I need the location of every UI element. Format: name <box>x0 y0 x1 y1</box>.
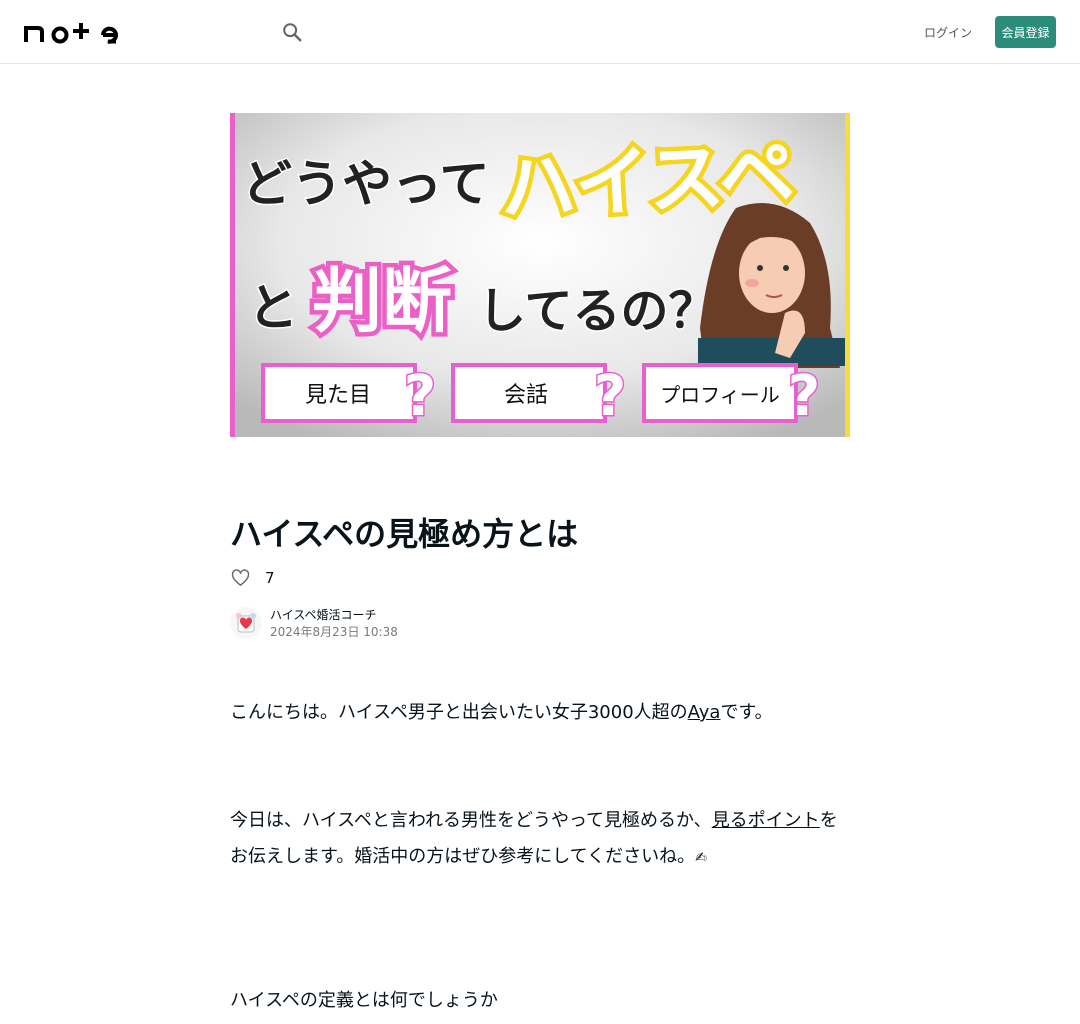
writing-hand-emoji: ✍ <box>695 850 707 866</box>
hero-tag-looks-label: 見た目 <box>305 383 371 408</box>
paragraph-2-text-start: 今日は、ハイスペと言われる男性をどうやって見極めるか、 <box>230 810 712 831</box>
article-title: ハイスペの見極め方とは <box>230 515 579 553</box>
author-avatar[interactable] <box>230 607 262 639</box>
paragraph-1-text-end: です。 <box>720 702 773 723</box>
hero-headline-part-3: と <box>248 279 298 337</box>
hero-tag-profile-mark: ? <box>788 364 820 429</box>
hero-headline-part-1: どうやって <box>242 155 490 213</box>
search-icon <box>283 23 302 42</box>
article-paragraph-2: 今日は、ハイスペと言われる男性をどうやって見極めるか、見るポイントをお伝えします… <box>230 803 850 876</box>
article-hero-image: どうやって ハイスペ と 判断 してるの？ 見た目 ? 会話 ? プロフィール … <box>230 113 850 437</box>
hero-headline-part-4: 判断 <box>312 260 452 342</box>
like-count: 7 <box>265 569 275 587</box>
like-button[interactable] <box>230 568 250 588</box>
hero-headline-part-5: してるの？ <box>478 283 717 339</box>
hero-tag-looks: 見た目 ? <box>261 363 438 431</box>
hero-tag-conversation: 会話 ? <box>451 363 628 431</box>
hero-tag-conversation-mark: ? <box>594 364 626 429</box>
article-paragraph-1: こんにちは。ハイスペ男子と出会いたい女子3000人超のAyaです。 <box>230 695 850 731</box>
site-header: ログイン 会員登録 <box>0 0 1080 64</box>
hero-tag-profile-label: プロフィール <box>660 383 780 407</box>
login-link[interactable]: ログイン <box>922 16 974 48</box>
signup-button[interactable]: 会員登録 <box>995 16 1056 48</box>
like-row: 7 <box>230 566 275 590</box>
paragraph-2-link[interactable]: 見るポイント <box>712 810 820 831</box>
hero-tag-looks-mark: ? <box>404 364 436 429</box>
post-date: 2024年8月23日 10:38 <box>270 624 398 639</box>
paragraph-1-link[interactable]: Aya <box>688 702 721 723</box>
paragraph-1-text-start: こんにちは。ハイスペ男子と出会いたい女子3000人超の <box>230 702 688 723</box>
hero-tag-conversation-label: 会話 <box>504 383 548 408</box>
author-meta: ハイスペ婚活コーチ 2024年8月23日 10:38 <box>270 606 398 641</box>
author-name[interactable]: ハイスペ婚活コーチ <box>270 606 398 624</box>
heart-icon <box>231 569 249 586</box>
author-info: ハイスペ婚活コーチ 2024年8月23日 10:38 <box>230 606 398 640</box>
note-logo[interactable] <box>24 20 124 44</box>
article-paragraph-3: ハイスペの定義とは何でしょうか <box>230 990 498 1011</box>
hero-tag-profile: プロフィール ? <box>642 363 822 431</box>
search-button[interactable] <box>278 18 306 46</box>
